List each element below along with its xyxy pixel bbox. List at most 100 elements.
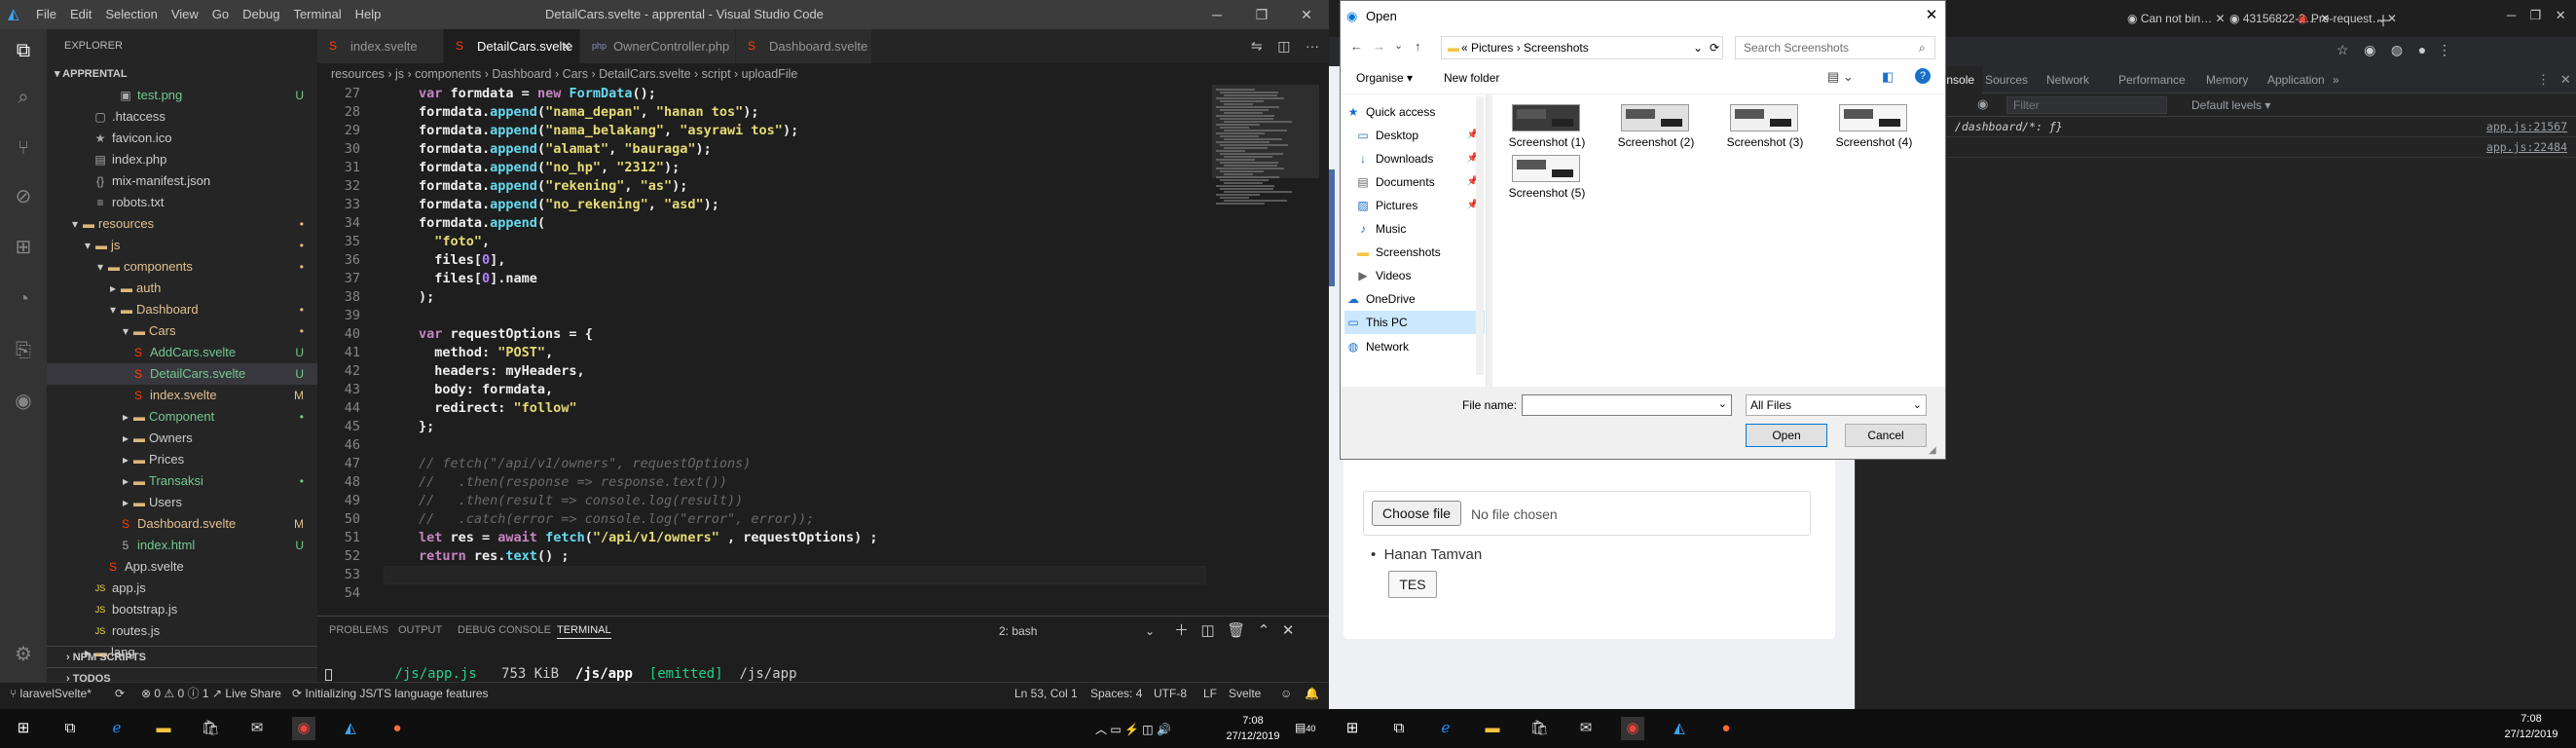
line-ending[interactable]: LF [1203, 683, 1217, 704]
tree-folder[interactable]: ▾ ▬ resources • [47, 213, 317, 235]
task-view-icon[interactable]: ⧉ [58, 717, 82, 740]
file-thumbnail[interactable]: Screenshot (1) [1492, 98, 1601, 153]
vscode-taskbar-icon[interactable]: ◭ [1668, 717, 1691, 740]
nav-network[interactable]: ◍ Network [1344, 335, 1485, 358]
vscode-taskbar-icon[interactable]: ◭ [339, 717, 362, 740]
file-thumbnail[interactable]: Screenshot (4) [1820, 98, 1929, 153]
file-name-input[interactable]: ⌄ [1522, 394, 1732, 416]
close-button[interactable]: ✕ [1284, 0, 1329, 29]
split-terminal-icon[interactable]: ◫ [1201, 622, 1215, 639]
profile-avatar-icon[interactable]: ● [2418, 42, 2426, 57]
editor-scrollbar[interactable] [1319, 85, 1329, 616]
nav-onedrive[interactable]: ☁ OneDrive [1344, 287, 1485, 311]
tree-folder[interactable]: ▾ ▬ components • [47, 256, 317, 278]
open-button[interactable]: Open [1746, 424, 1827, 447]
store-icon[interactable]: 🛍 [1527, 717, 1551, 740]
menu-debug[interactable]: Debug [236, 0, 286, 29]
nav-videos[interactable]: ▶ Videos [1354, 264, 1485, 287]
extension-icon[interactable]: ◉ [2364, 42, 2375, 57]
tes-button[interactable]: TES [1388, 571, 1437, 598]
menu-edit[interactable]: Edit [63, 0, 98, 29]
file-thumbnail[interactable]: Screenshot (2) [1601, 98, 1711, 153]
tree-folder[interactable]: ▾ ▬ Dashboard • [47, 299, 317, 320]
taskbar-clock[interactable]: 7:08 27/12/2019 [1219, 713, 1287, 744]
minimap[interactable] [1212, 85, 1319, 616]
log-source-link[interactable]: app.js:21567 [2486, 117, 2567, 137]
tree-file[interactable]: S App.svelte [47, 556, 317, 578]
nav-downloads[interactable]: ↓ Downloads 📌 [1354, 147, 1485, 170]
tree-file[interactable]: ▢ .htaccess [47, 106, 317, 128]
up-arrow-icon[interactable]: ↑ [1415, 39, 1421, 54]
tree-file[interactable]: ▤ index.php [47, 149, 317, 170]
tree-folder[interactable]: ▸ ▬ Transaksi • [47, 470, 317, 492]
log-levels-select[interactable]: Default levels ▾ [2191, 94, 2270, 117]
compare-icon[interactable]: ⇋ [1251, 38, 1263, 54]
nav-quick-access[interactable]: ★ Quick access [1344, 100, 1485, 124]
store-icon[interactable]: 🛍 [199, 717, 222, 740]
tree-file[interactable]: S DetailCars.svelte U [47, 363, 317, 385]
editor-tab[interactable]: Sindex.svelte [317, 29, 444, 63]
postman-icon[interactable]: ● [1714, 717, 1738, 740]
search-box[interactable]: Search Screenshots ⌕ [1735, 36, 1935, 59]
code-editor[interactable]: 27 var formdata = new FormData(); 28 formda… [317, 85, 1208, 616]
resize-grip-icon[interactable]: ◢ [1929, 445, 1936, 456]
sync-icon[interactable]: ⟳ [115, 683, 125, 704]
tree-folder[interactable]: ▸ ▬ Users [47, 492, 317, 513]
menu-help[interactable]: Help [349, 0, 388, 29]
kill-terminal-icon[interactable]: 🗑 [1227, 622, 1245, 639]
language-mode[interactable]: Svelte [1229, 683, 1261, 704]
explorer-icon[interactable]: ⧉ [12, 39, 35, 62]
live-share[interactable]: ↗ Live Share [212, 683, 281, 704]
devtools-tab[interactable]: Performance [2111, 66, 2193, 94]
address-screenshots[interactable]: Screenshots [1524, 41, 1589, 55]
terminal-select[interactable]: 2: bash ⌄ [999, 620, 1155, 642]
feedback-icon[interactable]: ☺ [1280, 683, 1292, 704]
tree-folder[interactable]: ▸ ▬ Prices [47, 449, 317, 470]
forward-arrow-icon[interactable]: → [1373, 39, 1385, 54]
log-source-link[interactable]: app.js:22484 [2486, 137, 2567, 158]
extensions-icon[interactable]: ⊞ [12, 236, 35, 259]
source-control-icon[interactable]: ⑂ [12, 136, 35, 160]
eye-icon[interactable]: ◉ [1977, 96, 1988, 112]
breadcrumb[interactable]: resources › js › components › Dashboard … [317, 63, 1329, 85]
tray-icons[interactable]: ︿ ▭ ⚡ ◫ 🔊 [1095, 721, 1171, 737]
file-explorer-icon[interactable]: ▬ [1481, 717, 1504, 740]
tree-folder[interactable]: ▸ ▬ Component • [47, 406, 317, 428]
file-type-select[interactable]: All Files ⌄ [1746, 394, 1927, 416]
new-folder-button[interactable]: New folder [1444, 71, 1499, 85]
cancel-button[interactable]: Cancel [1845, 424, 1927, 447]
remote-icon[interactable]: ⎘ [12, 339, 35, 362]
panel-tab-problems[interactable]: PROBLEMS [329, 622, 388, 638]
star-icon[interactable]: ☆ [2337, 42, 2349, 57]
tree-file[interactable]: S Dashboard.svelte M [47, 513, 317, 535]
cursor-position[interactable]: Ln 53, Col 1 [1014, 683, 1078, 704]
panel-tab-debug-console[interactable]: DEBUG CONSOLE [458, 622, 551, 638]
file-input[interactable]: Choose file No file chosen [1363, 491, 1811, 536]
debug-icon[interactable]: ⊘ [12, 185, 35, 208]
live-share-icon[interactable]: ◉ [12, 390, 35, 413]
file-thumbnail[interactable]: Screenshot (5) [1492, 149, 1601, 204]
search-icon[interactable]: ⌕ [12, 86, 35, 109]
encoding[interactable]: UTF-8 [1154, 683, 1187, 704]
tree-file[interactable]: JS bootstrap.js [47, 599, 317, 620]
close-icon[interactable]: ✕ [2556, 8, 2566, 22]
edge-icon[interactable]: ℯ [1434, 717, 1457, 740]
chrome-icon[interactable]: ◉ [292, 717, 315, 740]
close-tab-icon[interactable]: ✕ [2384, 12, 2397, 25]
address-bar[interactable]: ▬ « Pictures › Screenshots ⌄ ⟳ [1441, 36, 1723, 59]
git-history-icon[interactable]: ◔ [12, 287, 35, 311]
nav-scrollbar[interactable] [1476, 96, 1484, 375]
tree-file[interactable]: ★ favicon.ico [47, 128, 317, 149]
file-explorer-icon[interactable]: ▬ [152, 717, 175, 740]
console-filter-input[interactable]: Filter [2006, 96, 2167, 114]
help-icon[interactable]: ? [1915, 68, 1931, 84]
file-thumbnail[interactable]: Screenshot (3) [1711, 98, 1820, 153]
tree-folder[interactable]: ▾ ▬ Cars • [47, 320, 317, 342]
panel-tab-output[interactable]: OUTPUT [398, 622, 442, 638]
extension-2-icon[interactable]: ◍ [2391, 42, 2403, 57]
preview-pane-icon[interactable]: ◧ [1882, 69, 1894, 85]
devtools-tab[interactable]: Sources [1977, 66, 2036, 94]
maximize-panel-icon[interactable]: ⌃ [1258, 622, 1270, 639]
close-tab-icon[interactable]: ✕ [2212, 12, 2226, 25]
restore-icon[interactable]: ❐ [2530, 8, 2542, 22]
